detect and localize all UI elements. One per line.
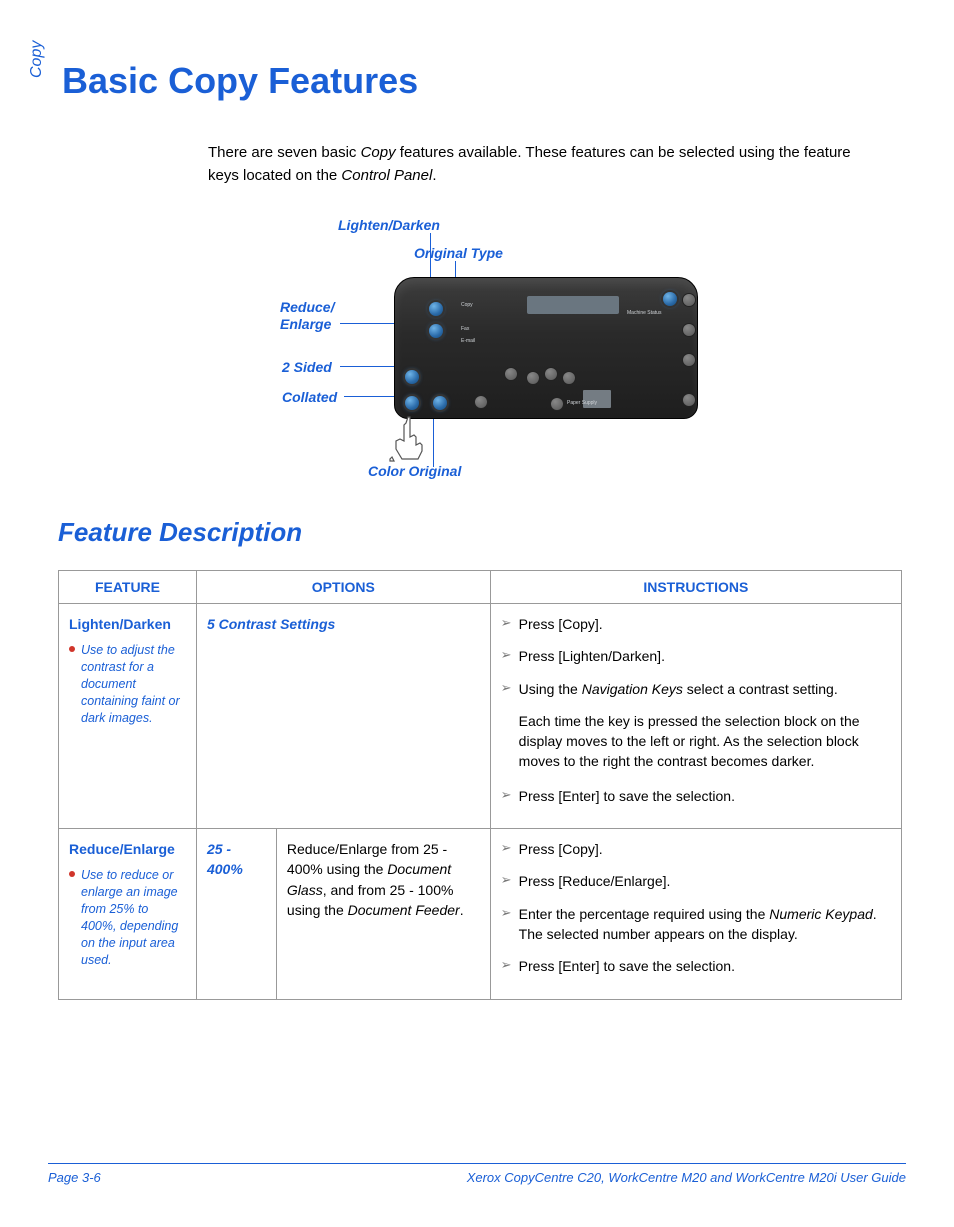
feature-name: Lighten/Darken [69, 614, 186, 634]
page-title: Basic Copy Features [62, 60, 906, 102]
control-panel-figure: Lighten/Darken Original Type Reduce/ Enl… [208, 217, 906, 487]
footer-page: Page 3-6 [48, 1170, 101, 1185]
instr-pre: Enter the percentage required using the [519, 906, 770, 922]
lead-cp: Control Panel [341, 167, 432, 184]
label-lighten-darken: Lighten/Darken [338, 217, 440, 233]
table-row: Reduce/Enlarge Use to reduce or enlarge … [59, 829, 902, 999]
cell-option-range: 25 - 400% [196, 829, 276, 999]
cell-option-detail: Reduce/Enlarge from 25 - 400% using the … [276, 829, 490, 999]
option-label: 25 - 400% [207, 841, 243, 877]
instr-pre: Using the [519, 681, 582, 697]
instr-it: Numeric Keypad [769, 906, 873, 922]
cell-feature: Reduce/Enlarge Use to reduce or enlarge … [59, 829, 197, 999]
th-options: OPTIONS [196, 571, 490, 604]
instr-step: Using the Navigation Keys select a contr… [501, 679, 891, 699]
feature-desc: Use to adjust the contrast for a documen… [69, 642, 186, 726]
label-reduce-enlarge-b: Enlarge [280, 316, 331, 332]
cell-instructions: Press [Copy]. Press [Reduce/Enlarge]. En… [490, 829, 901, 999]
label-original-type: Original Type [414, 245, 503, 261]
option-label: 5 Contrast Settings [207, 616, 335, 632]
table-header-row: FEATURE OPTIONS INSTRUCTIONS [59, 571, 902, 604]
section-heading-feature-description: Feature Description [58, 517, 906, 548]
lead-paragraph: There are seven basic Copy features avai… [208, 142, 866, 187]
instr-it: Navigation Keys [582, 681, 683, 697]
instr-step: Press [Reduce/Enlarge]. [501, 871, 891, 891]
label-reduce-enlarge-a: Reduce/ [280, 299, 334, 315]
cell-instructions: Press [Copy]. Press [Lighten/Darken]. Us… [490, 604, 901, 829]
instr-step: Enter the percentage required using the … [501, 904, 891, 945]
feature-desc: Use to reduce or enlarge an image from 2… [69, 867, 186, 968]
instr-post: select a contrast setting. [683, 681, 838, 697]
page-footer: Page 3-6 Xerox CopyCentre C20, WorkCentr… [48, 1163, 906, 1185]
label-collated: Collated [282, 389, 337, 405]
instr-step: Press [Enter] to save the selection. [501, 956, 891, 976]
lead-post: . [432, 167, 436, 184]
instr-step: Press [Copy]. [501, 614, 891, 634]
feature-table: FEATURE OPTIONS INSTRUCTIONS Lighten/Dar… [58, 570, 902, 1000]
cell-options: 5 Contrast Settings [196, 604, 490, 829]
opt-it2: Document Feeder [348, 902, 460, 918]
th-feature: FEATURE [59, 571, 197, 604]
label-color-original: Color Original [368, 463, 461, 479]
instr-step: Press [Enter] to save the selection. [501, 786, 891, 806]
hand-icon [386, 415, 430, 463]
footer-doc: Xerox CopyCentre C20, WorkCentre M20 and… [467, 1170, 906, 1185]
instr-step: Press [Copy]. [501, 839, 891, 859]
table-row: Lighten/Darken Use to adjust the contras… [59, 604, 902, 829]
cell-feature: Lighten/Darken Use to adjust the contras… [59, 604, 197, 829]
instr-note: Each time the key is pressed the selecti… [501, 711, 891, 772]
opt-c: . [460, 902, 464, 918]
th-instructions: INSTRUCTIONS [490, 571, 901, 604]
label-two-sided: 2 Sided [282, 359, 332, 375]
side-tab: Copy [28, 41, 46, 78]
lead-copy: Copy [361, 144, 396, 161]
control-panel-illustration: Copy Fax E-mail Machine Status Paper Sup… [394, 277, 698, 419]
instr-step: Press [Lighten/Darken]. [501, 646, 891, 666]
feature-name: Reduce/Enlarge [69, 839, 186, 859]
lead-pre: There are seven basic [208, 144, 361, 161]
